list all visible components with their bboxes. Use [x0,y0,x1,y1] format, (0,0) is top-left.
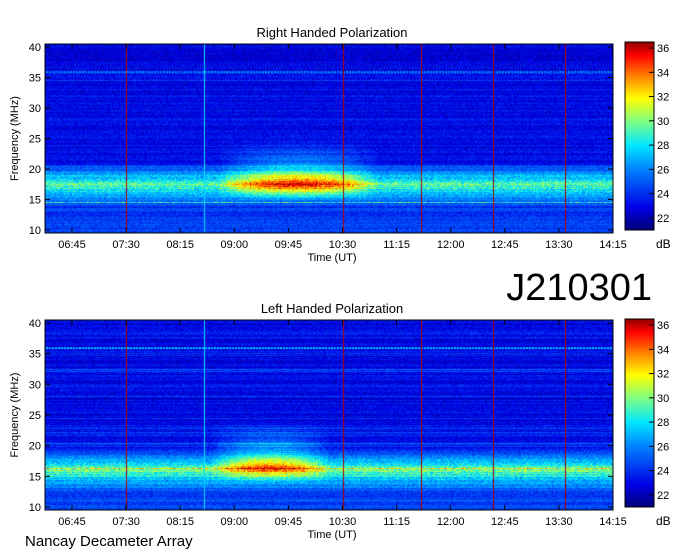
y-tick-label: 35 [29,349,41,361]
x-tick-label: 08:15 [166,516,194,528]
x-tick-label: 07:30 [112,239,140,251]
y-tick-label: 10 [29,225,41,237]
y-axis-label: Frequency (MHz) [9,373,21,458]
x-tick-label: 11:15 [383,239,410,251]
x-tick-label: 13:30 [545,516,573,528]
y-tick-label: 20 [29,441,41,453]
x-axis-label: Time (UT) [307,252,356,264]
x-tick-label: 12:45 [491,516,519,528]
x-tick-label: 12:00 [437,516,465,528]
colorbar-tick-label: 32 [657,92,669,104]
colorbar-tick-label: 34 [657,67,669,79]
colorbar [624,318,655,508]
colorbar-unit-label: dB [656,237,671,251]
x-tick-label: 06:45 [58,516,86,528]
dynamic-spectrum-figure: Right Handed Polarization 10 15 20 25 30 35 40… [9,25,671,550]
x-tick-label: 12:45 [491,239,519,251]
colorbar [624,41,655,231]
x-tick-label: 10:30 [329,516,357,528]
x-tick-label: 14:15 [599,239,627,251]
colorbar-tick-label: 22 [657,490,669,502]
heatmap-plot-area [45,44,613,233]
x-tick-label: 13:30 [545,239,573,251]
colorbar-tick-label: 30 [657,116,669,128]
y-tick-label: 20 [29,164,41,176]
heatmap-canvas [45,320,613,510]
y-tick-label: 15 [29,194,41,206]
y-tick-label: 30 [29,379,41,391]
observation-id: J210301 [506,267,652,309]
heatmap-plot-area [45,320,613,510]
colorbar-tick-label: 36 [657,43,669,55]
y-axis-label: Frequency (MHz) [9,96,21,181]
colorbar-tick-label: 28 [657,417,669,429]
colorbar-tick-label: 24 [657,189,669,201]
colorbar-tick-label: 32 [657,369,669,381]
x-tick-label: 10:30 [329,239,357,251]
colorbar-tick-label: 34 [657,344,669,356]
x-tick-label: 09:45 [275,239,303,251]
x-tick-label: 14:15 [599,516,627,528]
y-tick-label: 15 [29,471,41,483]
x-axis-label: Time (UT) [307,529,356,541]
y-tick-label: 10 [29,502,41,514]
x-tick-label: 09:00 [221,516,249,528]
x-tick-label: 06:45 [58,239,86,251]
panel-left-polarization: Left Handed Polarization 10152025303540 … [9,301,671,541]
panel-title: Left Handed Polarization [261,301,403,316]
colorbar-tick-label: 36 [657,320,669,332]
y-tick-label: 25 [29,134,41,146]
y-tick-label: 30 [29,103,41,115]
x-tick-label: 08:15 [166,239,194,251]
y-tick-label: 25 [29,410,41,422]
colorbar-tick-label: 22 [657,213,669,225]
colorbar-tick-label: 30 [657,393,669,405]
instrument-credit: Nancay Decameter Array [25,533,193,550]
colorbar-tick-label: 26 [657,441,669,453]
x-tick-label: 12:00 [437,239,465,251]
colorbar-tick-label: 24 [657,466,669,478]
x-tick-label: 09:45 [275,516,303,528]
x-tick-label: 07:30 [112,516,140,528]
y-tick-label: 40 [29,318,41,330]
panel-title: Right Handed Polarization [256,25,407,40]
colorbar-unit-label: dB [656,514,671,528]
y-tick-label: 35 [29,73,41,85]
panel-right-polarization: Right Handed Polarization 10 15 20 25 30 35 40… [9,25,671,264]
y-tick-label: 40 [29,42,41,54]
x-tick-label: 09:00 [221,239,249,251]
colorbar-tick-label: 28 [657,140,669,152]
x-tick-label: 11:15 [383,516,410,528]
heatmap-canvas [45,44,613,233]
colorbar-tick-label: 26 [657,164,669,176]
